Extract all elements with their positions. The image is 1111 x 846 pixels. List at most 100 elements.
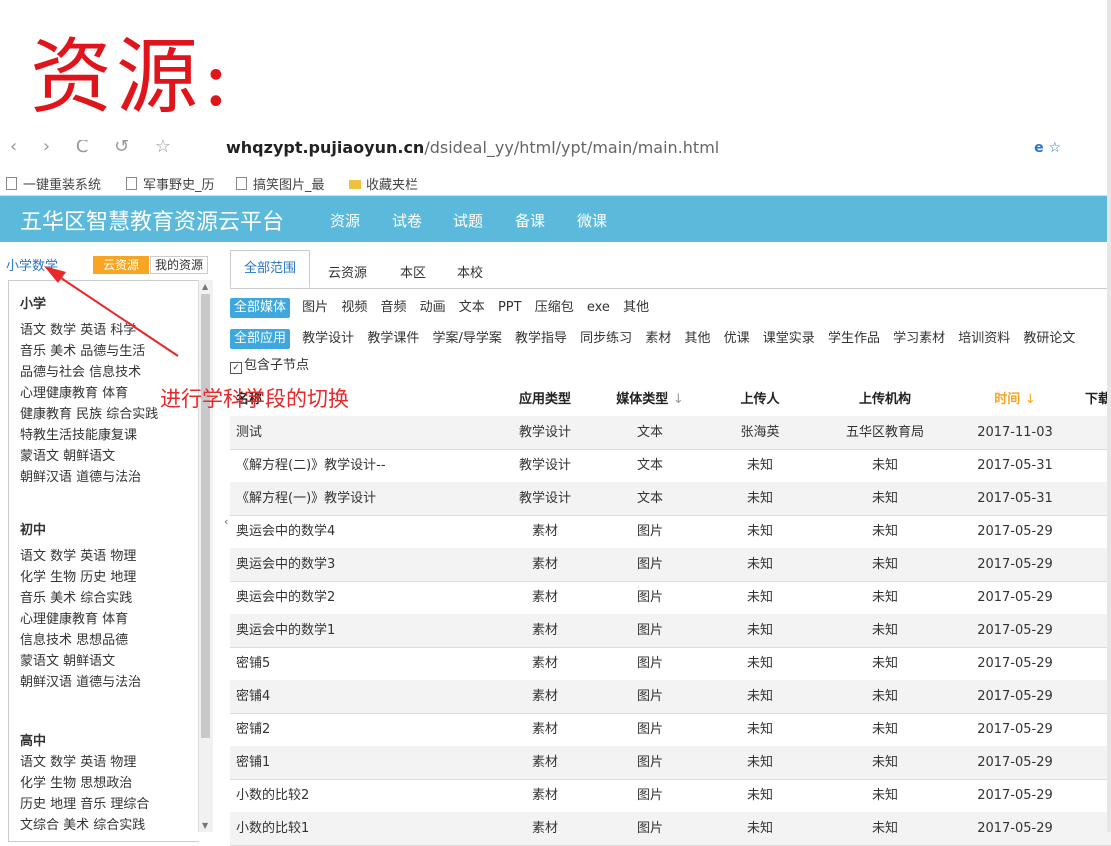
app-filter-item[interactable]: 同步练习 [580,327,632,346]
cell-name[interactable]: 密铺1 [236,746,270,779]
media-filter-item[interactable]: 视频 [341,296,367,315]
table-row[interactable]: 奥运会中的数学3 素材 图片 未知 未知 2017-05-29 [230,548,1111,582]
cell-name[interactable]: 奥运会中的数学4 [236,515,335,548]
app-filter-item[interactable]: 教研论文 [1023,327,1075,346]
nav-papers[interactable]: 试卷 [392,210,422,231]
subject-line[interactable]: 化学 生物 历史 地理 [20,566,136,585]
nav-micro-lessons[interactable]: 微课 [577,210,607,231]
subject-line[interactable]: 语文 数学 英语 物理 [20,751,136,770]
checkbox-checked-icon[interactable]: ✓ [230,362,242,374]
bookmark-folder[interactable]: 收藏夹栏 [349,174,418,193]
url-text[interactable]: whqzypt.pujiaoyun.cn/dsideal_yy/html/ypt… [226,140,719,157]
app-filter-item[interactable]: 学习素材 [893,327,945,346]
app-filter-item[interactable]: 教学指导 [515,327,567,346]
subject-line[interactable]: 语文 数学 英语 物理 [20,545,136,564]
table-row[interactable]: 密铺4 素材 图片 未知 未知 2017-05-29 [230,680,1111,714]
subject-line[interactable]: 蒙语文 朝鲜语文 [20,650,115,669]
table-row[interactable]: 《解方程(二)》教学设计-- 教学设计 文本 未知 未知 2017-05-31 [230,449,1111,483]
app-filter-item[interactable]: 素材 [645,327,671,346]
collapse-sidebar-icon[interactable]: ‹ [224,515,228,528]
subject-line[interactable]: 朝鲜汉语 道德与法治 [20,671,141,690]
media-filter-all[interactable]: 全部媒体 [230,298,291,318]
subject-line[interactable]: 音乐 美术 综合实践 [20,587,132,606]
site-title[interactable]: 五华区智慧教育资源云平台 [20,204,284,236]
cell-name[interactable]: 奥运会中的数学3 [236,548,335,581]
media-filter-item[interactable]: exe [587,300,610,315]
bookmark-item[interactable]: 军事野史_历 [126,174,215,193]
app-filter-item[interactable]: 课堂实录 [763,327,815,346]
my-resources-button[interactable]: 我的资源 [150,256,208,274]
table-row[interactable]: 《解方程(一)》教学设计 教学设计 文本 未知 未知 2017-05-31 [230,482,1111,516]
media-filter-item[interactable]: PPT [498,300,522,315]
cell-name[interactable]: 小数的比较2 [236,779,309,812]
cell-name[interactable]: 《解方程(一)》教学设计 [236,482,376,515]
media-filter-item[interactable]: 音频 [380,296,406,315]
sidebar-scrollbar[interactable]: ▲ ▼ [198,280,213,832]
bookmark-item[interactable]: 一键重装系统 [6,174,101,193]
table-row[interactable]: 密铺1 素材 图片 未知 未知 2017-05-29 [230,746,1111,780]
app-filter-item[interactable]: 其他 [684,327,710,346]
sort-arrow-icon[interactable]: ↓ [673,392,684,407]
cell-name[interactable]: 奥运会中的数学1 [236,614,335,647]
subject-line[interactable]: 品德与社会 信息技术 [20,361,141,380]
app-filter-item[interactable]: 优课 [724,327,750,346]
table-row[interactable]: 小数的比较1 素材 图片 未知 未知 2017-05-29 [230,812,1111,846]
subject-line[interactable]: 心理健康教育 体育 [20,382,128,401]
scroll-up-icon[interactable]: ▲ [202,282,208,291]
cell-name[interactable]: 小数的比较1 [236,812,309,845]
tab-district[interactable]: 本区 [400,262,426,281]
cell-name[interactable]: 密铺5 [236,647,270,680]
col-time[interactable]: 时间 ↓ [960,383,1070,416]
scroll-down-icon[interactable]: ▼ [202,821,208,830]
table-row[interactable]: 奥运会中的数学4 素材 图片 未知 未知 2017-05-29 [230,515,1111,549]
table-row[interactable]: 测试 教学设计 文本 张海英 五华区教育局 2017-11-03 [230,416,1111,450]
cell-name[interactable]: 测试 [236,416,262,449]
media-filter-item[interactable]: 压缩包 [535,296,574,315]
browser-nav-icons[interactable]: ‹ › C ↺ ☆ [10,140,181,157]
ie-icon[interactable]: e ☆ [1034,140,1061,156]
subject-line[interactable]: 蒙语文 朝鲜语文 [20,445,115,464]
address-bar[interactable]: ‹ › C ↺ ☆ whqzypt.pujiaoyun.cn/dsideal_y… [0,140,1111,170]
tab-cloud[interactable]: 云资源 [328,262,367,281]
table-row[interactable]: 奥运会中的数学2 素材 图片 未知 未知 2017-05-29 [230,581,1111,615]
subject-line[interactable]: 健康教育 民族 综合实践 [20,403,158,422]
table-row[interactable]: 奥运会中的数学1 素材 图片 未知 未知 2017-05-29 [230,614,1111,648]
cell-name[interactable]: 《解方程(二)》教学设计-- [236,449,386,482]
nav-resources[interactable]: 资源 [330,210,360,231]
sort-arrow-icon[interactable]: ↓ [1025,392,1036,407]
bookmark-item[interactable]: 搞笑图片_最 [236,174,325,193]
cloud-resources-button[interactable]: 云资源 [93,256,149,274]
tab-school[interactable]: 本校 [457,262,483,281]
app-filter-item[interactable]: 教学课件 [367,327,419,346]
subject-line[interactable]: 语文 数学 英语 科学 [20,319,136,338]
table-row[interactable]: 小数的比较2 素材 图片 未知 未知 2017-05-29 [230,779,1111,813]
cell-name[interactable]: 密铺2 [236,713,270,746]
subject-line[interactable]: 历史 地理 音乐 理综合 [20,793,149,812]
app-filter-item[interactable]: 学生作品 [828,327,880,346]
media-filter-item[interactable]: 文本 [459,296,485,315]
subject-line[interactable]: 心理健康教育 体育 [20,608,128,627]
app-filter-item[interactable]: 教学设计 [302,327,354,346]
subject-line[interactable]: 朝鲜汉语 道德与法治 [20,466,141,485]
subject-line[interactable]: 文综合 美术 综合实践 [20,814,145,833]
cell-name[interactable]: 奥运会中的数学2 [236,581,335,614]
cell-name[interactable]: 密铺4 [236,680,270,713]
tab-all-scope[interactable]: 全部范围 [230,250,310,288]
col-media-type[interactable]: 媒体类型 ↓ [600,383,700,416]
table-row[interactable]: 密铺2 素材 图片 未知 未知 2017-05-29 [230,713,1111,747]
media-filter-item[interactable]: 图片 [302,296,328,315]
media-filter-item[interactable]: 动画 [420,296,446,315]
nav-questions[interactable]: 试题 [453,210,483,231]
subject-line[interactable]: 信息技术 思想品德 [20,629,128,648]
current-subject-link[interactable]: 小学数学 [6,255,58,274]
table-row[interactable]: 密铺5 素材 图片 未知 未知 2017-05-29 [230,647,1111,681]
include-subnodes-checkbox[interactable]: ✓ 包含子节点 [230,354,309,374]
app-filter-all[interactable]: 全部应用 [230,329,291,349]
subject-line[interactable]: 特教生活技能康复课 [20,424,137,443]
media-filter-item[interactable]: 其他 [623,296,649,315]
app-filter-item[interactable]: 学案/导学案 [432,327,501,346]
nav-lesson-prep[interactable]: 备课 [515,210,545,231]
app-filter-item[interactable]: 培训资料 [958,327,1010,346]
subject-line[interactable]: 音乐 美术 品德与生活 [20,340,145,359]
scroll-thumb[interactable] [201,294,210,738]
